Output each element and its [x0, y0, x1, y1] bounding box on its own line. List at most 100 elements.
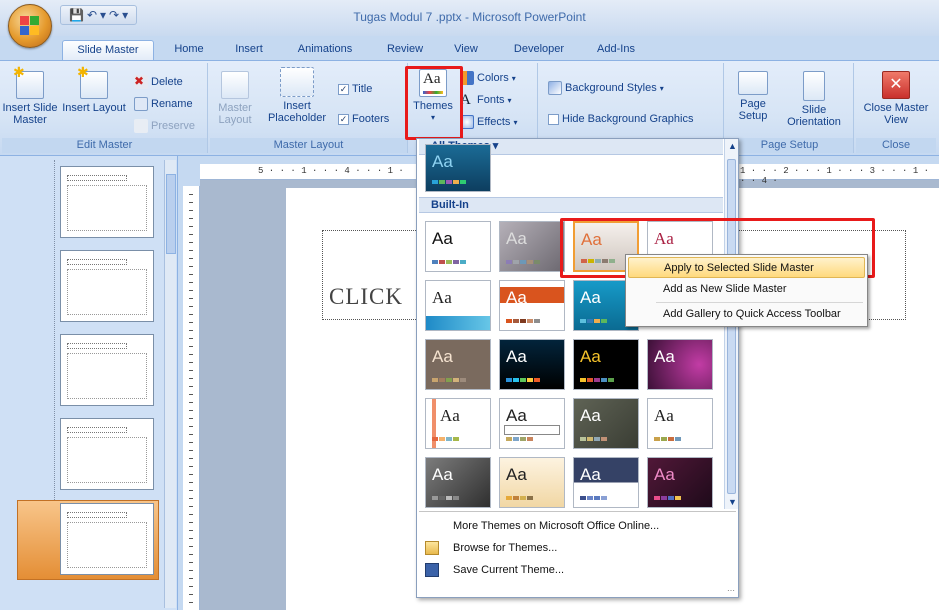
- scroll-up-icon[interactable]: ▲: [728, 141, 737, 151]
- theme-tile[interactable]: Aa: [499, 457, 565, 508]
- slide-thumbnail[interactable]: [60, 250, 154, 322]
- insert-slide-master-button[interactable]: ✱ Insert Slide Master: [2, 65, 58, 126]
- theme-tile[interactable]: Aa: [573, 457, 639, 508]
- slide-orientation-button[interactable]: Slide Orientation: [778, 71, 850, 128]
- ruler-tick: [189, 602, 193, 603]
- insert-placeholder-label: Insert Placeholder: [267, 100, 327, 124]
- theme-tile[interactable]: Aa: [499, 221, 565, 272]
- theme-tile[interactable]: Aa: [425, 457, 491, 508]
- ruler-tick: [189, 490, 193, 491]
- ruler-tick: [189, 538, 193, 539]
- theme-tile[interactable]: Aa: [425, 221, 491, 272]
- theme-tile[interactable]: Aa: [499, 398, 565, 449]
- delete-button[interactable]: ✖ Delete: [134, 75, 183, 89]
- thumbnail-scroll-thumb[interactable]: [166, 174, 176, 254]
- ruler-right-ticks: 1 · · · 2 · · · 1 · · · 3 · · · 1 · · · …: [740, 166, 930, 186]
- add-gallery-to-qat-item[interactable]: Add Gallery to Quick Access Toolbar: [628, 304, 865, 325]
- current-theme-tile[interactable]: Aa: [425, 144, 491, 192]
- tab-slide-master[interactable]: Slide Master: [62, 40, 154, 60]
- ruler-tick: [189, 306, 193, 307]
- insert-layout-icon: ✱: [77, 65, 108, 99]
- slide-thumbnail[interactable]: [60, 334, 154, 406]
- edit-master-group: ✱ Insert Slide Master ✱ Insert Layout ✖ …: [2, 63, 208, 153]
- rename-label: Rename: [151, 98, 193, 110]
- save-theme-label: Save Current Theme...: [453, 564, 565, 576]
- ruler-tick: [189, 314, 193, 315]
- hide-background-graphics-checkbox[interactable]: Hide Background Graphics: [548, 113, 693, 125]
- ruler-tick: [189, 346, 193, 347]
- theme-tile[interactable]: Aa: [647, 339, 713, 390]
- ruler-tick: [189, 322, 193, 323]
- background-styles-button[interactable]: Background Styles ▾: [548, 81, 664, 95]
- footers-checkbox[interactable]: ✓ Footers: [338, 113, 389, 125]
- ruler-tick: [189, 330, 193, 331]
- save-current-theme-item[interactable]: Save Current Theme...: [417, 559, 738, 581]
- slide-orientation-label: Slide Orientation: [787, 104, 841, 128]
- hide-background-check-icon: [548, 113, 559, 125]
- theme-tile[interactable]: Aa: [499, 280, 565, 331]
- page-setup-icon: [738, 71, 768, 95]
- resize-grip-icon[interactable]: ⋯: [727, 586, 735, 595]
- theme-tile[interactable]: Aa: [425, 280, 491, 331]
- thumbnail-scrollbar[interactable]: [164, 160, 176, 608]
- tab-insert[interactable]: Insert: [228, 40, 270, 60]
- scroll-down-icon[interactable]: ▼: [728, 497, 737, 507]
- ruler-tick: [189, 282, 193, 283]
- tab-developer[interactable]: Developer: [506, 40, 572, 60]
- theme-tile[interactable]: Aa: [647, 457, 713, 508]
- theme-tile[interactable]: Aa: [573, 398, 639, 449]
- tab-view[interactable]: View: [448, 40, 484, 60]
- ruler-tick: [189, 410, 193, 411]
- theme-color-bar: [432, 180, 466, 184]
- ruler-tick: [189, 202, 193, 203]
- browse-for-themes-item[interactable]: Browse for Themes...: [417, 537, 738, 559]
- rename-button[interactable]: Rename: [134, 97, 193, 111]
- theme-tile[interactable]: Aa: [573, 339, 639, 390]
- effects-button[interactable]: Effects ▾: [460, 115, 517, 129]
- slide-thumbnail-selected[interactable]: [60, 503, 154, 575]
- page-setup-button[interactable]: Page Setup: [730, 71, 776, 122]
- preserve-icon: [134, 119, 148, 133]
- title-checkbox[interactable]: ✓ Title: [338, 83, 372, 95]
- preserve-button[interactable]: Preserve: [134, 119, 195, 133]
- tab-review[interactable]: Review: [382, 40, 428, 60]
- rename-icon: [134, 97, 148, 111]
- add-as-new-master-item[interactable]: Add as New Slide Master: [628, 279, 865, 300]
- ruler-tick: [189, 354, 193, 355]
- insert-placeholder-button[interactable]: Insert Placeholder: [262, 67, 332, 124]
- ruler-tick: [189, 522, 193, 523]
- tab-add-ins[interactable]: Add-Ins: [590, 40, 642, 60]
- office-button[interactable]: [8, 4, 52, 48]
- insert-layout-button[interactable]: ✱ Insert Layout: [62, 65, 126, 114]
- ruler-tick: [189, 594, 193, 595]
- title-check-icon: ✓: [338, 83, 349, 95]
- ruler-tick: [189, 258, 193, 259]
- more-themes-online-item[interactable]: More Themes on Microsoft Office Online..…: [417, 515, 738, 537]
- slide-thumbnail[interactable]: [60, 418, 154, 490]
- ruler-tick: [189, 514, 193, 515]
- slide-thumbnail[interactable]: [60, 166, 154, 238]
- preserve-label: Preserve: [151, 120, 196, 132]
- title-placeholder-text: CLICK: [329, 284, 403, 309]
- insert-slide-master-icon: ✱: [13, 65, 44, 99]
- ruler-tick: [189, 226, 193, 227]
- ruler-tick: [189, 370, 193, 371]
- theme-tile[interactable]: Aa: [425, 398, 491, 449]
- theme-tile[interactable]: Aa: [425, 339, 491, 390]
- colors-button[interactable]: Colors ▾: [460, 71, 516, 85]
- theme-tile[interactable]: Aa: [499, 339, 565, 390]
- theme-tile[interactable]: Aa: [647, 398, 713, 449]
- close-master-view-button[interactable]: ✕ Close Master View: [860, 71, 932, 126]
- ruler-left-ticks: 5 · · · 1 · · · 4 · · · 1 ·: [258, 166, 404, 176]
- layout-tree-line: [54, 160, 55, 500]
- apply-to-selected-master-item[interactable]: Apply to Selected Slide Master: [628, 257, 865, 278]
- ruler-tick: [189, 554, 193, 555]
- ruler-tick: [189, 266, 193, 267]
- fonts-button[interactable]: A Fonts ▾: [460, 93, 512, 108]
- ruler-tick: [189, 298, 193, 299]
- ruler-tick: [189, 570, 193, 571]
- tab-animations[interactable]: Animations: [290, 40, 360, 60]
- close-icon: ✕: [882, 71, 910, 99]
- tab-home[interactable]: Home: [168, 40, 210, 60]
- master-layout-button[interactable]: Master Layout: [212, 71, 258, 126]
